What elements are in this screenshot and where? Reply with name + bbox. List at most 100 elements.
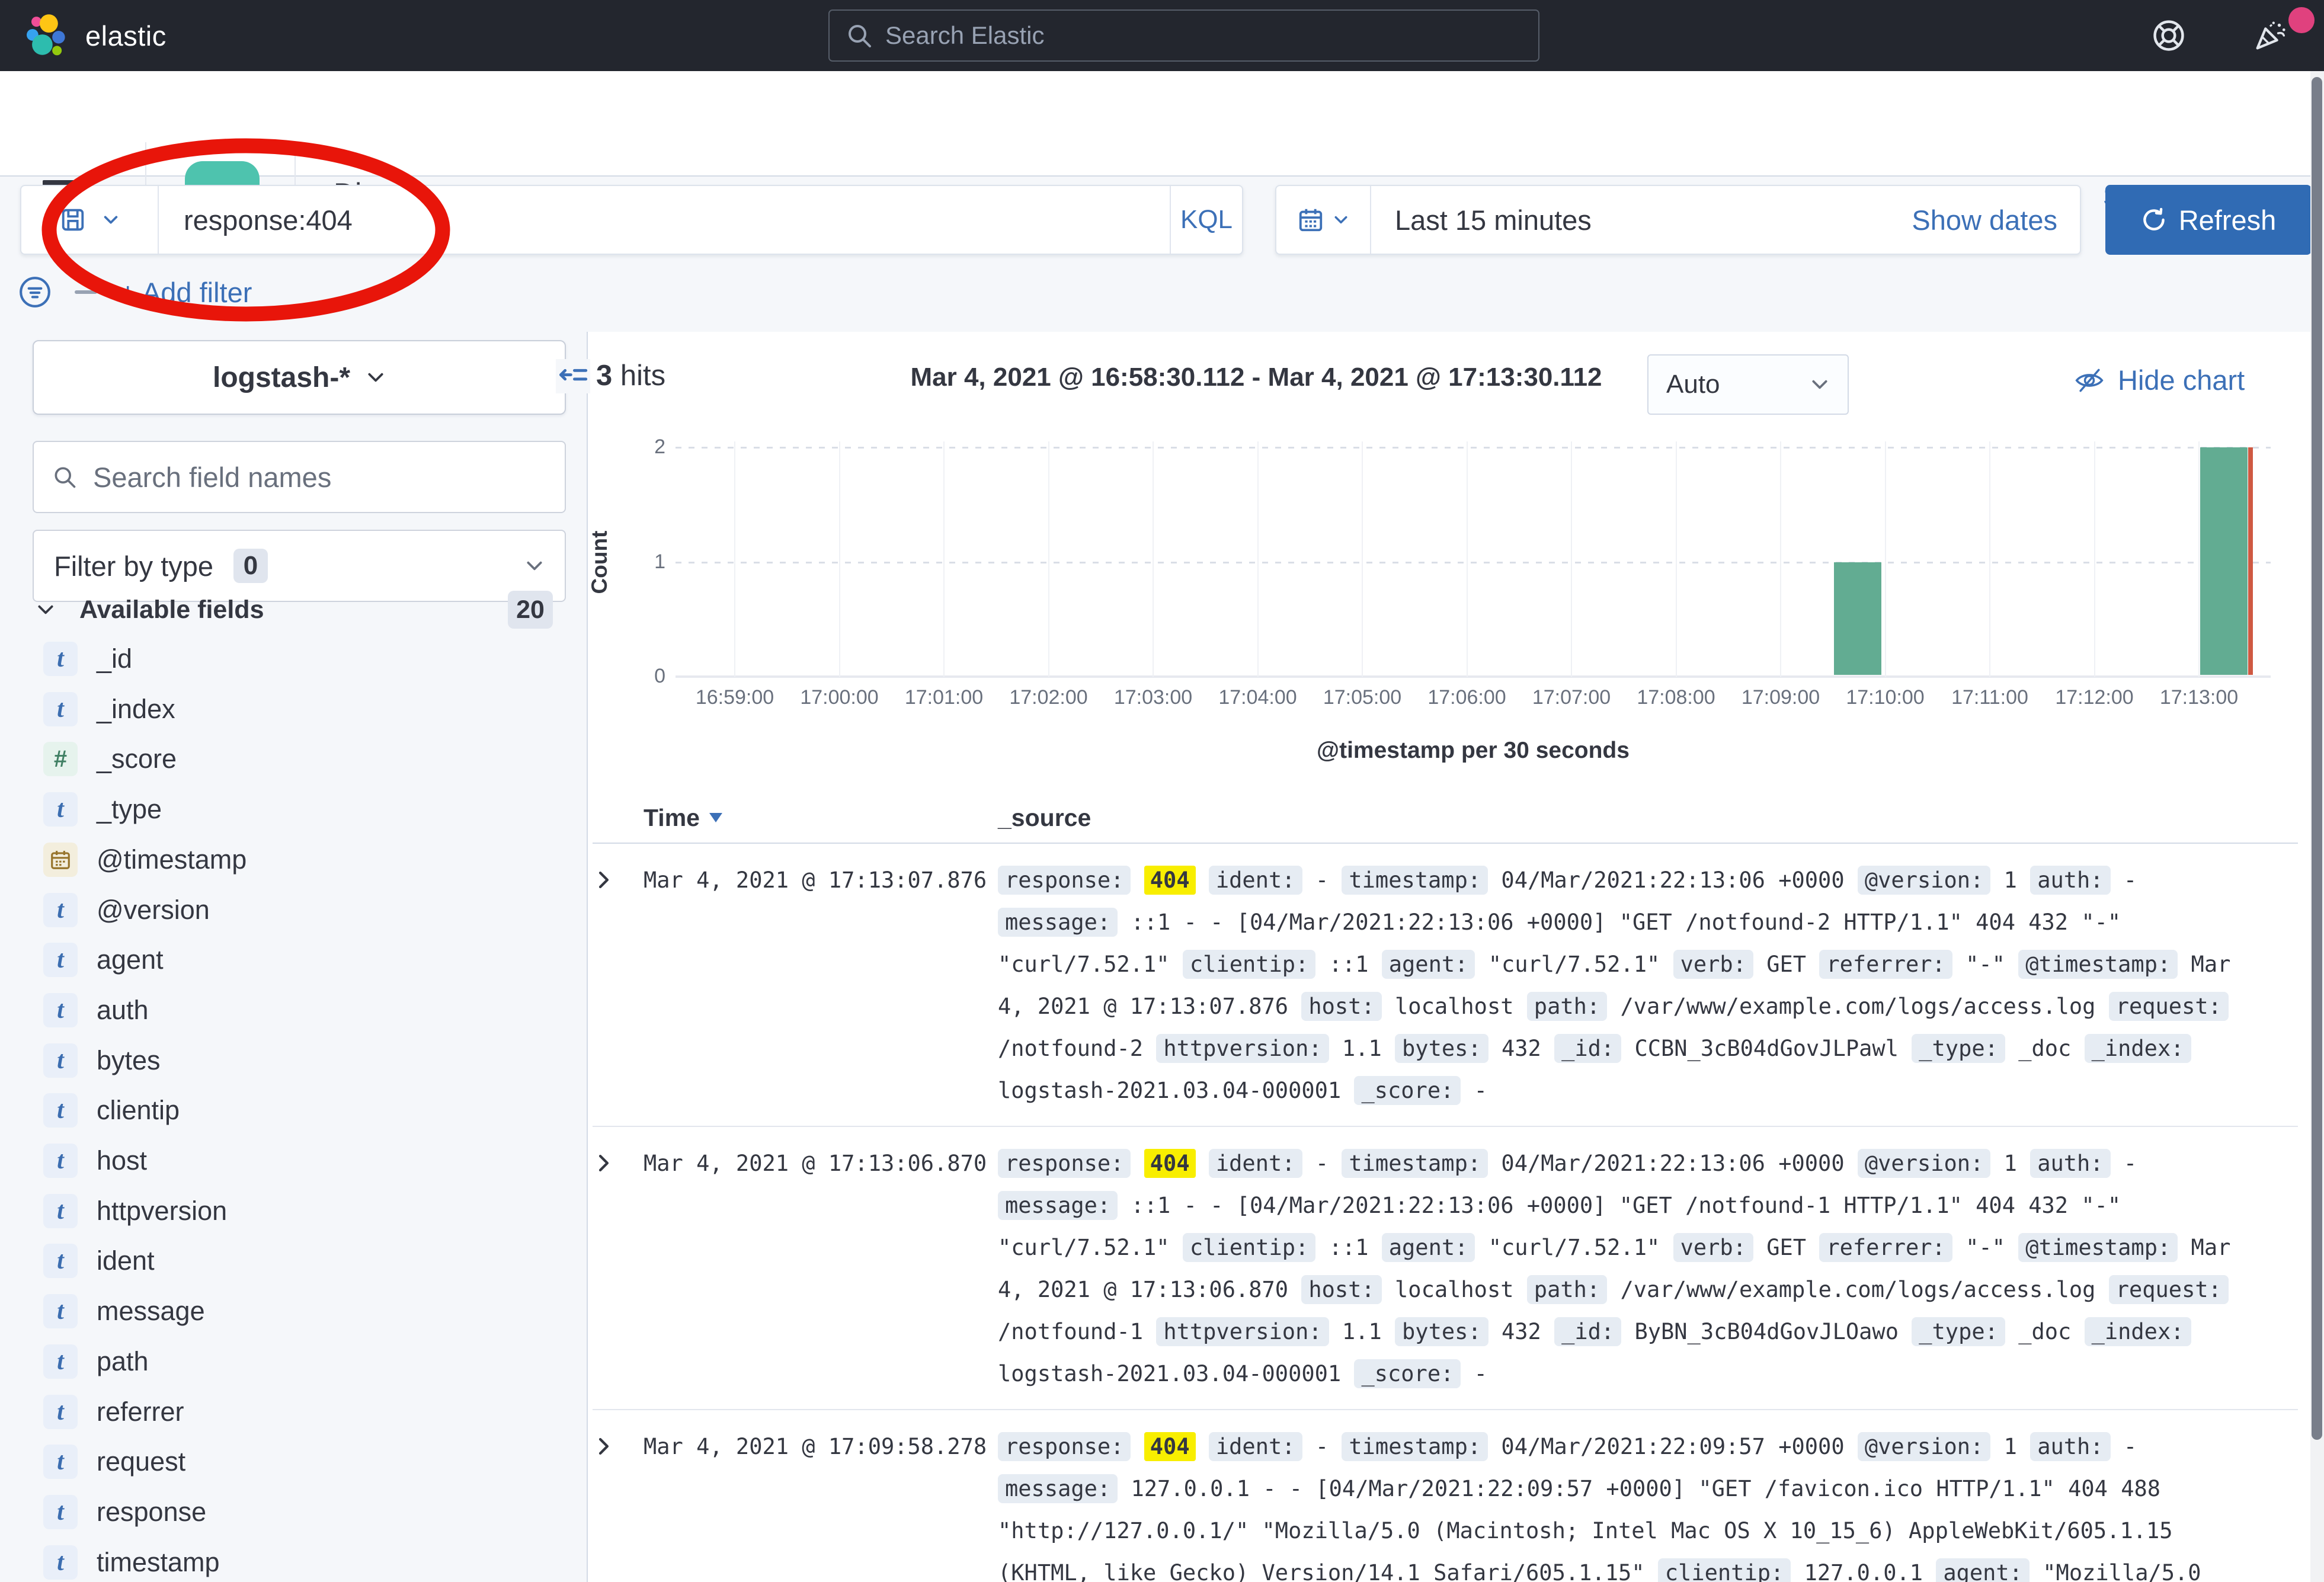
field-item[interactable]: tbytes — [33, 1036, 566, 1085]
field-item[interactable]: t@version — [33, 885, 566, 935]
date-quick-menu-button[interactable] — [1276, 186, 1371, 254]
elastic-logo-icon — [20, 9, 72, 62]
field-item[interactable]: t_index — [33, 684, 566, 734]
available-fields-accordion[interactable]: Available fields 20 — [36, 590, 566, 629]
field-item[interactable]: tagent — [33, 935, 566, 985]
collapse-sidebar-button[interactable] — [556, 359, 590, 393]
index-pattern-select[interactable]: logstash-* — [33, 340, 566, 415]
x-tick-label: 17:12:00 — [2043, 686, 2147, 709]
field-item[interactable]: t_type — [33, 784, 566, 834]
newsfeed-button[interactable] — [2252, 17, 2288, 54]
field-item[interactable]: @timestamp — [33, 835, 566, 885]
field-key-badge: @version: — [1858, 866, 1990, 895]
field-key-badge: path: — [1527, 1275, 1607, 1304]
field-item[interactable]: trequest — [33, 1437, 566, 1487]
field-key-badge: timestamp: — [1342, 1432, 1488, 1461]
time-range-value[interactable]: Last 15 minutes — [1371, 204, 1912, 236]
x-tick-label: 17:07:00 — [1519, 686, 1624, 709]
divider — [75, 290, 97, 294]
field-item[interactable]: thttpversion — [33, 1186, 566, 1236]
interval-select[interactable]: Auto — [1647, 354, 1849, 415]
text-field-icon: t — [43, 1043, 78, 1078]
field-item[interactable]: #_score — [33, 734, 566, 784]
elastic-logo[interactable]: elastic — [20, 9, 167, 62]
notification-badge — [2288, 7, 2315, 33]
field-search-placeholder: Search field names — [93, 461, 331, 494]
hide-chart-button[interactable]: Hide chart — [2074, 364, 2245, 396]
field-key-badge: @timestamp: — [2018, 1233, 2178, 1262]
lifebuoy-icon — [2151, 18, 2187, 53]
field-key-badge: message: — [998, 1191, 1118, 1220]
available-fields-label: Available fields — [79, 595, 264, 625]
field-key-badge: referrer: — [1819, 950, 1952, 979]
query-language-button[interactable]: KQL — [1170, 186, 1242, 254]
filter-bar: + Add filter — [18, 271, 252, 313]
expand-row-icon[interactable] — [593, 1435, 615, 1458]
field-key-badge: ident: — [1209, 866, 1302, 895]
text-field-icon: t — [43, 1395, 78, 1429]
x-tick-label: 17:04:00 — [1206, 686, 1310, 709]
refresh-button[interactable]: Refresh — [2105, 185, 2312, 255]
highlight-mark: 404 — [1144, 866, 1196, 895]
field-item[interactable]: ttimestamp — [33, 1538, 566, 1582]
field-item[interactable]: thost — [33, 1136, 566, 1186]
field-key-badge: clientip: — [1183, 950, 1315, 979]
global-search-input[interactable]: Search Elastic — [828, 9, 1539, 62]
text-field-icon: t — [43, 1144, 78, 1178]
show-dates-button[interactable]: Show dates — [1912, 204, 2080, 236]
table-row: Mar 4, 2021 @ 17:09:58.278response: 404 … — [593, 1410, 2298, 1582]
x-gridline — [2198, 441, 2200, 677]
field-name: response — [97, 1497, 206, 1527]
histogram-bar[interactable] — [1834, 562, 1881, 675]
help-button[interactable] — [2151, 18, 2187, 53]
field-key-badge: httpversion: — [1156, 1034, 1329, 1063]
filter-menu-button[interactable] — [18, 275, 52, 309]
text-field-icon: t — [43, 943, 78, 977]
field-key-badge: timestamp: — [1342, 1149, 1488, 1178]
field-key-badge: referrer: — [1819, 1233, 1952, 1262]
x-tick-label: 17:02:00 — [997, 686, 1101, 709]
field-key-badge: agent: — [1936, 1558, 2030, 1582]
x-tick-label: 17:05:00 — [1310, 686, 1414, 709]
add-filter-button[interactable]: + Add filter — [120, 276, 252, 309]
field-item[interactable]: tpath — [33, 1337, 566, 1386]
x-axis-line — [676, 675, 2271, 678]
histogram-bar[interactable] — [2200, 447, 2248, 675]
scrollbar-thumb[interactable] — [2312, 77, 2322, 1440]
field-key-badge: @version: — [1858, 1149, 1990, 1178]
highlight-mark: 404 — [1144, 1432, 1196, 1461]
field-item[interactable]: tmessage — [33, 1286, 566, 1336]
text-field-icon: t — [43, 642, 78, 676]
search-icon — [845, 21, 873, 50]
time-cell: Mar 4, 2021 @ 17:13:06.870 — [635, 1142, 998, 1395]
field-name: _score — [97, 744, 177, 774]
expand-row-icon[interactable] — [593, 869, 615, 891]
y-tick-label: 2 — [624, 435, 665, 459]
expand-row-icon[interactable] — [593, 1152, 615, 1174]
x-gridline — [943, 441, 945, 677]
scrollbar-track[interactable] — [2310, 71, 2324, 1582]
field-item[interactable]: tident — [33, 1236, 566, 1286]
eye-slash-icon — [2074, 365, 2105, 396]
field-item[interactable]: t_id — [33, 634, 566, 684]
y-axis-title: Count — [587, 515, 612, 610]
table-header: Time _source — [593, 793, 2298, 844]
field-key-badge: response: — [998, 1432, 1131, 1461]
query-input[interactable]: response:404 — [159, 204, 1170, 236]
field-item[interactable]: treferrer — [33, 1387, 566, 1437]
field-item[interactable]: tauth — [33, 985, 566, 1035]
field-search-input[interactable]: Search field names — [33, 441, 566, 513]
time-column-header[interactable]: Time — [635, 804, 998, 832]
field-key-badge: auth: — [2030, 866, 2110, 895]
text-field-icon: t — [43, 692, 78, 726]
x-tick-label: 17:00:00 — [788, 686, 892, 709]
x-gridline — [734, 441, 735, 677]
field-name: bytes — [97, 1045, 161, 1076]
field-key-badge: bytes: — [1395, 1317, 1488, 1346]
x-gridline — [1571, 441, 1572, 677]
field-item[interactable]: tclientip — [33, 1085, 566, 1135]
field-key-badge: agent: — [1382, 950, 1475, 979]
field-key-badge: response: — [998, 1149, 1131, 1178]
saved-query-menu-button[interactable] — [21, 186, 159, 254]
field-item[interactable]: tresponse — [33, 1487, 566, 1537]
